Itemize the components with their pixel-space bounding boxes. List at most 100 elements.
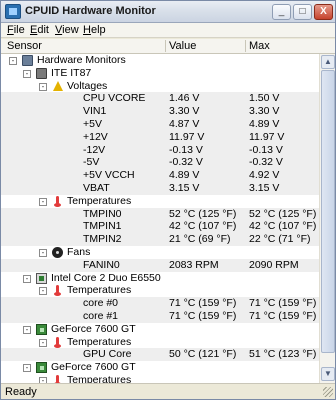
sensor-value: 1.46 V <box>169 92 200 105</box>
collapse-toggle-icon[interactable]: - <box>23 69 31 78</box>
tree-node-row[interactable]: - Voltages <box>1 80 319 93</box>
sensor-label: +5V VCCH <box>83 169 135 182</box>
sensor-max: 4.92 V <box>249 169 280 182</box>
column-header-value[interactable]: Value <box>169 40 196 52</box>
sensor-reading-row[interactable]: CPU VCORE 1.46 V 1.50 V <box>1 92 319 106</box>
collapse-toggle-icon[interactable]: - <box>39 287 47 296</box>
sensor-value: -0.32 V <box>169 156 203 169</box>
tree-node-row[interactable]: - Intel Core 2 Duo E6550 <box>1 272 319 285</box>
sensor-label: Fans <box>67 246 91 258</box>
collapse-toggle-icon[interactable]: - <box>39 338 47 347</box>
column-header: Sensor Value Max <box>1 39 335 54</box>
scroll-down-button[interactable]: ▼ <box>321 367 335 381</box>
sensor-reading-row[interactable]: GPU Core 50 °C (121 °F) 51 °C (123 °F) <box>1 348 319 362</box>
sensor-max: 51 °C (123 °F) <box>249 348 317 361</box>
app-icon <box>5 4 21 19</box>
sensor-reading-row[interactable]: +5V 4.87 V 4.89 V <box>1 118 319 131</box>
sensor-label: +5V <box>83 118 102 130</box>
sensor-label: GPU Core <box>83 348 132 361</box>
sensor-value: 21 °C (69 °F) <box>169 233 231 246</box>
sensor-label: VBAT <box>83 182 110 194</box>
sensor-label: CPU VCORE <box>83 92 146 105</box>
tree-node-row[interactable]: - Temperatures <box>1 284 319 297</box>
sensor-reading-row[interactable]: TMPIN2 21 °C (69 °F) 22 °C (71 °F) <box>1 233 319 247</box>
tree-node-row[interactable]: - Hardware Monitors <box>1 54 319 67</box>
menu-view[interactable]: View <box>55 24 79 36</box>
collapse-toggle-icon[interactable]: - <box>39 197 47 206</box>
sensor-reading-row[interactable]: +12V 11.97 V 11.97 V <box>1 130 319 144</box>
sensor-value: 3.15 V <box>169 182 200 194</box>
column-divider[interactable] <box>165 40 166 52</box>
sensor-value: 50 °C (121 °F) <box>169 348 237 361</box>
sensor-label: Temperatures <box>67 194 132 207</box>
thermometer-icon <box>52 375 63 383</box>
sensor-label: GeForce 7600 GT <box>51 322 136 335</box>
sensor-max: 71 °C (159 °F) <box>249 297 317 310</box>
sensor-reading-row[interactable]: TMPIN0 52 °C (125 °F) 52 °C (125 °F) <box>1 207 319 221</box>
tree-node-row[interactable]: - Temperatures <box>1 374 319 383</box>
sensor-value: 2083 RPM <box>169 258 219 271</box>
minimize-button[interactable]: _ <box>272 4 291 20</box>
menu-edit[interactable]: Edit <box>30 24 49 36</box>
gpu-icon <box>36 362 47 374</box>
thermometer-icon <box>52 285 63 297</box>
tree-node-row[interactable]: - Temperatures <box>1 195 319 208</box>
sensor-reading-row[interactable]: +5V VCCH 4.89 V 4.92 V <box>1 169 319 183</box>
sensor-label: TMPIN2 <box>83 233 122 246</box>
sensor-max: 42 °C (107 °F) <box>249 220 317 233</box>
sensor-value: 52 °C (125 °F) <box>169 207 237 220</box>
sensor-reading-row[interactable]: VIN1 3.30 V 3.30 V <box>1 105 319 119</box>
sensor-max: 2090 RPM <box>249 258 299 271</box>
sensor-value: 71 °C (159 °F) <box>169 297 237 310</box>
collapse-toggle-icon[interactable]: - <box>23 325 31 334</box>
tree-node-row[interactable]: - ITE IT87 <box>1 67 319 80</box>
collapse-toggle-icon[interactable]: - <box>39 82 47 91</box>
menu-file[interactable]: File <box>7 24 25 36</box>
tree-node-row[interactable]: - Fans <box>1 246 319 259</box>
menu-help[interactable]: Help <box>83 24 106 36</box>
status-bar: Ready <box>1 383 335 399</box>
tree-node-row[interactable]: - GeForce 7600 GT <box>1 323 319 336</box>
sensor-label: Hardware Monitors <box>37 54 126 66</box>
sensor-reading-row[interactable]: core #0 71 °C (159 °F) 71 °C (159 °F) <box>1 297 319 311</box>
sensor-label: core #0 <box>83 297 119 310</box>
close-button[interactable]: X <box>314 4 333 20</box>
sensor-reading-row[interactable]: VBAT 3.15 V 3.15 V <box>1 182 319 195</box>
scrollbar-thumb[interactable] <box>321 70 335 353</box>
sensor-max: 52 °C (125 °F) <box>249 207 317 220</box>
maximize-button[interactable]: □ <box>293 4 312 20</box>
collapse-toggle-icon[interactable]: - <box>23 364 31 373</box>
sensor-label: TMPIN1 <box>83 220 122 233</box>
gpu-icon <box>36 323 47 335</box>
sensor-reading-row[interactable]: -12V -0.13 V -0.13 V <box>1 143 319 157</box>
tree-node-row[interactable]: - Temperatures <box>1 336 319 349</box>
column-divider[interactable] <box>245 40 246 52</box>
sensor-tree[interactable]: - Hardware Monitors - ITE IT87- Voltages CPU … <box>1 54 319 383</box>
sensor-value: -0.13 V <box>169 143 203 156</box>
cpu-icon <box>36 272 47 284</box>
sensor-label: VIN1 <box>83 105 107 118</box>
title-bar[interactable]: CPUID Hardware Monitor _ □ X <box>1 1 335 23</box>
sensor-reading-row[interactable]: -5V -0.32 V -0.32 V <box>1 156 319 170</box>
sensor-value: 4.87 V <box>169 118 200 130</box>
sensor-label: ITE IT87 <box>51 66 92 79</box>
vertical-scrollbar[interactable]: ▲ ▼ <box>319 54 335 383</box>
sensor-reading-row[interactable]: FANIN0 2083 RPM 2090 RPM <box>1 258 319 272</box>
column-header-sensor[interactable]: Sensor <box>7 40 42 52</box>
collapse-toggle-icon[interactable]: - <box>9 57 17 65</box>
sensor-label: GeForce 7600 GT <box>51 361 136 374</box>
collapse-toggle-icon[interactable]: - <box>23 274 31 283</box>
tree-node-row[interactable]: - GeForce 7600 GT <box>1 361 319 374</box>
sensor-value: 11.97 V <box>169 130 205 143</box>
scroll-up-button[interactable]: ▲ <box>321 55 335 69</box>
sensor-reading-row[interactable]: TMPIN1 42 °C (107 °F) 42 °C (107 °F) <box>1 220 319 234</box>
sensor-reading-row[interactable]: core #1 71 °C (159 °F) 71 °C (159 °F) <box>1 310 319 323</box>
column-header-max[interactable]: Max <box>249 40 270 52</box>
sensor-label: core #1 <box>83 310 119 322</box>
sensor-label: Temperatures <box>67 284 132 297</box>
window-title: CPUID Hardware Monitor <box>25 5 156 17</box>
collapse-toggle-icon[interactable]: - <box>39 249 47 257</box>
resize-grip-icon[interactable] <box>323 387 333 397</box>
sensor-label: FANIN0 <box>83 258 120 271</box>
sensor-max: 1.50 V <box>249 92 280 105</box>
